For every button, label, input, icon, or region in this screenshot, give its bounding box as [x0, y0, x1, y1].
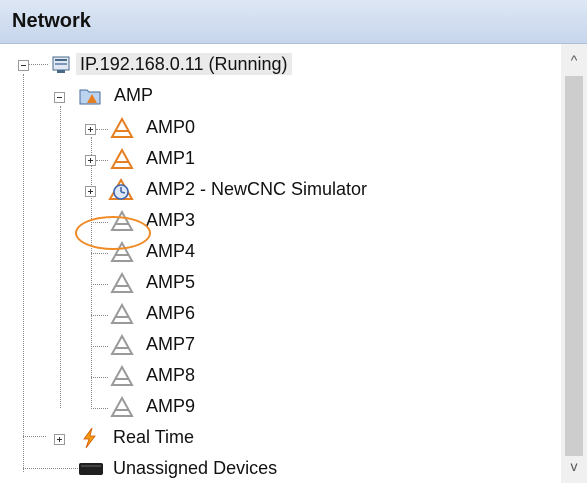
tree-node-amp[interactable]: AMP0 — [0, 115, 560, 141]
tree-connector — [91, 315, 108, 316]
amplifier-icon — [110, 116, 134, 139]
panel-header: Network — [0, 0, 587, 44]
tree-node-label: AMP3 — [146, 210, 196, 230]
simulator-icon — [108, 178, 134, 200]
amplifier-offline-icon — [110, 240, 134, 263]
tree-node-amp[interactable]: AMP9 — [0, 394, 560, 420]
tree-node-amp-simulator[interactable]: AMP2 - NewCNC Simulator — [0, 177, 560, 203]
tree-node-amp[interactable]: AMP8 — [0, 363, 560, 389]
tree-connector — [96, 129, 108, 130]
tree-node-amp[interactable]: AMP4 — [0, 239, 560, 265]
network-panel: Network IP.192.168.0.11 (Running) AMP AM… — [0, 0, 587, 483]
tree-node-amp[interactable]: AMP3 — [0, 208, 560, 234]
tree-node-label: AMP5 — [146, 272, 196, 292]
tree-node-label: AMP9 — [146, 396, 196, 416]
lightning-icon — [78, 427, 100, 449]
tree-node-amp[interactable]: AMP6 — [0, 301, 560, 327]
amplifier-offline-icon — [110, 271, 134, 294]
tree-connector — [91, 346, 108, 347]
device-icon — [78, 460, 104, 482]
vertical-scrollbar[interactable]: ^ v — [561, 44, 587, 483]
tree-node-realtime[interactable]: Real Time — [0, 425, 560, 451]
tree-node-amp[interactable]: AMP5 — [0, 270, 560, 296]
expand-toggle[interactable] — [85, 155, 96, 166]
tree-node-label: AMP6 — [146, 303, 196, 323]
tree-node-label: AMP0 — [146, 117, 196, 137]
amplifier-offline-icon — [110, 209, 134, 232]
network-tree: IP.192.168.0.11 (Running) AMP AMP0 AMP1 … — [0, 44, 560, 483]
tree-connector — [91, 284, 108, 285]
scroll-up-arrow[interactable]: ^ — [561, 48, 587, 72]
tree-connector — [91, 222, 108, 223]
computer-icon — [50, 54, 72, 76]
folder-icon — [78, 85, 101, 107]
expand-toggle[interactable] — [54, 434, 65, 445]
scroll-thumb[interactable] — [565, 76, 583, 456]
tree-node-label: AMP2 - NewCNC Simulator — [146, 179, 368, 199]
tree-node-label: AMP1 — [146, 148, 196, 168]
tree-node-label: AMP4 — [146, 241, 196, 261]
tree-node-root[interactable]: IP.192.168.0.11 (Running) — [0, 52, 560, 78]
tree-connector — [91, 377, 108, 378]
amplifier-offline-icon — [110, 364, 134, 387]
amplifier-offline-icon — [110, 395, 134, 418]
tree-connector — [91, 408, 108, 409]
expand-toggle[interactable] — [85, 186, 96, 197]
expand-toggle[interactable] — [85, 124, 96, 135]
amplifier-offline-icon — [110, 302, 134, 325]
collapse-toggle[interactable] — [18, 60, 29, 71]
scroll-down-arrow[interactable]: v — [561, 454, 587, 478]
tree-node-amp[interactable]: AMP1 — [0, 146, 560, 172]
tree-node-unassigned[interactable]: Unassigned Devices — [0, 456, 560, 482]
panel-title: Network — [12, 10, 91, 32]
tree-node-label: AMP — [114, 85, 154, 105]
tree-connector — [91, 253, 108, 254]
tree-connector — [96, 160, 108, 161]
tree-node-label: IP.192.168.0.11 (Running) — [76, 53, 292, 75]
tree-node-amp[interactable]: AMP7 — [0, 332, 560, 358]
tree-node-label: AMP8 — [146, 365, 196, 385]
tree-node-label: AMP7 — [146, 334, 196, 354]
collapse-toggle[interactable] — [54, 92, 65, 103]
amplifier-offline-icon — [110, 333, 134, 356]
tree-node-label: Real Time — [113, 427, 195, 447]
tree-node-label: Unassigned Devices — [113, 458, 278, 478]
tree-node-amp-group[interactable]: AMP — [0, 83, 560, 109]
amplifier-icon — [110, 147, 134, 170]
